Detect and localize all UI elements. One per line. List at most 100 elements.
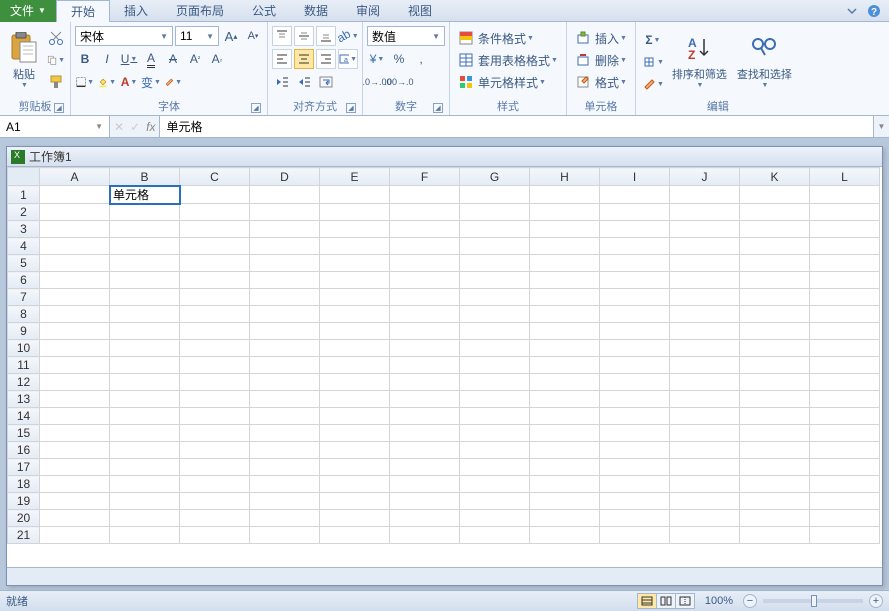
cell[interactable] xyxy=(600,493,670,510)
cell[interactable] xyxy=(460,459,530,476)
cell[interactable] xyxy=(670,357,740,374)
cell[interactable] xyxy=(810,442,880,459)
cell[interactable] xyxy=(250,408,320,425)
tab-home[interactable]: 开始 xyxy=(56,0,110,22)
cell[interactable] xyxy=(110,527,180,544)
cell[interactable] xyxy=(250,204,320,221)
cell[interactable] xyxy=(810,289,880,306)
cell[interactable] xyxy=(600,323,670,340)
cell[interactable] xyxy=(40,255,110,272)
cell[interactable] xyxy=(180,238,250,255)
cell[interactable] xyxy=(460,221,530,238)
cell[interactable] xyxy=(530,425,600,442)
cell[interactable] xyxy=(600,221,670,238)
cell[interactable] xyxy=(110,459,180,476)
cell[interactable] xyxy=(180,306,250,323)
fx-button[interactable]: fx xyxy=(146,120,155,134)
zoom-thumb[interactable] xyxy=(811,595,817,607)
cell[interactable] xyxy=(110,306,180,323)
cell[interactable] xyxy=(530,221,600,238)
sort-filter-button[interactable]: AZ 排序和筛选 ▼ xyxy=(668,24,731,96)
cell[interactable] xyxy=(110,391,180,408)
cell[interactable] xyxy=(110,442,180,459)
cell[interactable] xyxy=(810,272,880,289)
cell[interactable] xyxy=(740,289,810,306)
cell[interactable] xyxy=(740,238,810,255)
cell[interactable] xyxy=(460,357,530,374)
cell[interactable] xyxy=(670,186,740,204)
cell[interactable] xyxy=(110,493,180,510)
zoom-in-button[interactable]: + xyxy=(869,594,883,608)
cell[interactable] xyxy=(180,476,250,493)
cell[interactable] xyxy=(390,391,460,408)
cell[interactable] xyxy=(250,442,320,459)
cell[interactable] xyxy=(460,391,530,408)
column-header[interactable]: E xyxy=(320,168,390,186)
row-header[interactable]: 6 xyxy=(8,272,40,289)
cell[interactable] xyxy=(390,493,460,510)
cell[interactable] xyxy=(670,442,740,459)
cell[interactable] xyxy=(530,255,600,272)
cell[interactable] xyxy=(40,186,110,204)
cell[interactable] xyxy=(390,289,460,306)
cell[interactable] xyxy=(180,425,250,442)
tab-review[interactable]: 审阅 xyxy=(342,0,394,22)
align-bottom-button[interactable] xyxy=(316,26,336,46)
cell[interactable] xyxy=(390,374,460,391)
name-box[interactable]: A1 ▼ xyxy=(0,116,110,137)
cell[interactable] xyxy=(600,255,670,272)
tab-page-layout[interactable]: 页面布局 xyxy=(162,0,238,22)
cell[interactable] xyxy=(460,442,530,459)
cell[interactable] xyxy=(320,425,390,442)
cell[interactable] xyxy=(110,238,180,255)
column-header[interactable]: H xyxy=(530,168,600,186)
cell[interactable] xyxy=(390,306,460,323)
cell[interactable] xyxy=(530,442,600,459)
cell[interactable] xyxy=(390,408,460,425)
column-header[interactable]: D xyxy=(250,168,320,186)
cell[interactable] xyxy=(530,238,600,255)
cell[interactable] xyxy=(670,221,740,238)
cell[interactable] xyxy=(600,442,670,459)
cell[interactable] xyxy=(460,186,530,204)
cell[interactable] xyxy=(530,391,600,408)
cell[interactable] xyxy=(250,374,320,391)
border-button[interactable]: ▼ xyxy=(75,72,95,92)
cell[interactable] xyxy=(810,255,880,272)
formula-input[interactable]: 单元格 xyxy=(160,116,873,137)
cell[interactable] xyxy=(110,476,180,493)
cell[interactable] xyxy=(460,374,530,391)
horizontal-scrollbar[interactable] xyxy=(7,567,882,585)
format-cells-button[interactable]: 格式▼ xyxy=(571,72,631,92)
tab-formulas[interactable]: 公式 xyxy=(238,0,290,22)
cell[interactable] xyxy=(390,340,460,357)
increase-font-button[interactable]: A▴ xyxy=(221,26,241,46)
cell[interactable] xyxy=(600,204,670,221)
cell[interactable] xyxy=(320,374,390,391)
cell[interactable] xyxy=(740,459,810,476)
cell[interactable] xyxy=(740,323,810,340)
cell[interactable] xyxy=(600,272,670,289)
cell[interactable] xyxy=(320,238,390,255)
cell[interactable] xyxy=(670,493,740,510)
cell[interactable] xyxy=(530,186,600,204)
cell[interactable] xyxy=(320,391,390,408)
zoom-out-button[interactable]: − xyxy=(743,594,757,608)
cell[interactable] xyxy=(390,459,460,476)
cell[interactable] xyxy=(110,323,180,340)
cell[interactable] xyxy=(320,306,390,323)
font-color-button[interactable]: A ▼ xyxy=(119,72,139,92)
cell[interactable] xyxy=(320,442,390,459)
column-header[interactable]: I xyxy=(600,168,670,186)
cell[interactable] xyxy=(390,221,460,238)
cell[interactable] xyxy=(390,255,460,272)
cell[interactable] xyxy=(600,306,670,323)
cell[interactable] xyxy=(250,510,320,527)
currency-button[interactable]: ¥▼ xyxy=(367,49,387,69)
insert-cells-button[interactable]: 插入▼ xyxy=(571,28,631,48)
page-break-view-button[interactable] xyxy=(675,593,695,609)
cell[interactable] xyxy=(250,272,320,289)
cell[interactable] xyxy=(740,493,810,510)
cell[interactable] xyxy=(600,527,670,544)
cell[interactable] xyxy=(670,425,740,442)
